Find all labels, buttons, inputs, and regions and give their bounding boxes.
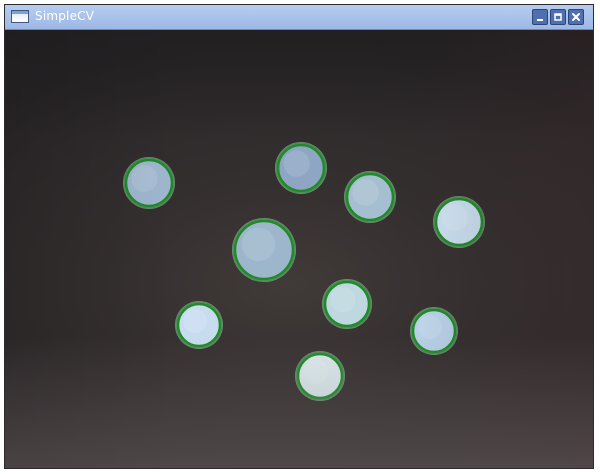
maximize-button[interactable] [550, 9, 566, 25]
close-icon [572, 13, 580, 21]
detected-circle [295, 351, 345, 401]
object-highlight [441, 204, 468, 231]
detected-circle [344, 171, 396, 223]
minimize-icon [537, 19, 543, 21]
object-highlight [241, 227, 276, 262]
detected-circle [410, 307, 458, 355]
minimize-button[interactable] [532, 9, 548, 25]
window-title: SimpleCV [35, 9, 95, 23]
title-bar[interactable]: SimpleCV [5, 5, 593, 30]
object-highlight [183, 309, 207, 333]
object-highlight [131, 165, 158, 192]
object-highlight [330, 287, 356, 313]
detected-circle [275, 142, 327, 194]
close-button[interactable] [568, 9, 584, 25]
object-highlight [303, 359, 329, 385]
camera-viewport [5, 30, 593, 468]
detected-circle [232, 218, 296, 282]
app-window: SimpleCV [4, 4, 594, 469]
detected-circle [175, 301, 223, 349]
detected-circle [433, 196, 485, 248]
object-highlight [352, 179, 379, 206]
maximize-icon [554, 13, 562, 21]
detected-circle [322, 279, 372, 329]
detected-circle [123, 157, 175, 209]
detection-canvas [123, 142, 485, 401]
window-icon [11, 10, 29, 23]
object-highlight [418, 315, 442, 339]
object-highlight [283, 150, 310, 177]
